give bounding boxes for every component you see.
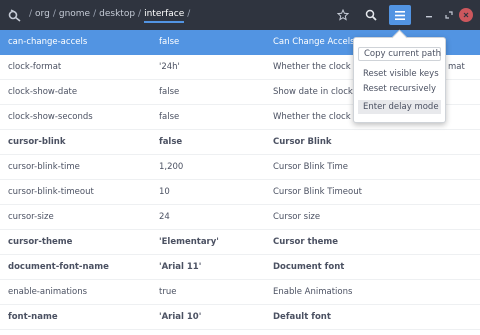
key-description: Enable Animations — [273, 287, 353, 297]
table-row[interactable]: cursor-blink-time 1,200 Cursor Blink Time — [0, 155, 480, 180]
key-description: Can Change Accels — [273, 37, 355, 47]
key-value: true — [159, 287, 177, 297]
key-description: Cursor Blink — [273, 137, 332, 147]
minimize-button[interactable] — [418, 5, 440, 25]
delay-mode-menu-item[interactable]: Enter delay mode — [358, 100, 441, 114]
key-name: cursor-blink-timeout — [8, 187, 94, 197]
path-separator: / — [52, 9, 56, 19]
copy-path-menu-item[interactable]: Copy current path — [358, 47, 441, 61]
key-description: Document font — [273, 262, 345, 272]
key-value: 10 — [159, 187, 170, 197]
key-name: clock-show-date — [8, 87, 78, 97]
key-description: Whether the clock sh — [273, 112, 364, 122]
hamburger-menu-icon — [395, 10, 405, 20]
key-value: 24 — [159, 212, 170, 222]
dconf-app-icon — [8, 9, 21, 22]
key-description: Cursor theme — [273, 237, 339, 247]
key-value: 'Arial 11' — [159, 262, 202, 272]
key-description: Default font — [273, 312, 331, 322]
table-row[interactable]: enable-animations true Enable Animations — [0, 280, 480, 305]
path-separator: / — [93, 9, 97, 19]
close-button[interactable] — [458, 5, 474, 25]
menu-popover: Copy current path Reset visible keys Res… — [353, 29, 446, 123]
path-separator: / — [138, 9, 142, 19]
table-row[interactable]: cursor-blink false Cursor Blink — [0, 130, 480, 155]
search-button[interactable] — [360, 5, 382, 25]
table-row[interactable]: font-name 'Arial 10' Default font — [0, 305, 480, 330]
table-row[interactable]: cursor-theme 'Elementary' Cursor theme — [0, 230, 480, 255]
key-value: false — [159, 37, 180, 47]
key-description: Show date in clock — [273, 87, 353, 97]
bookmark-button[interactable] — [332, 5, 354, 25]
path-separator: / — [29, 9, 33, 19]
table-row[interactable]: document-font-name 'Arial 11' Document fon… — [0, 255, 480, 280]
path-segment-gnome[interactable]: gnome — [59, 9, 90, 19]
key-name: cursor-blink — [8, 137, 66, 147]
key-value: 'Elementary' — [159, 237, 219, 247]
key-name: can-change-accels — [8, 37, 88, 47]
table-row[interactable]: cursor-blink-timeout 10 Cursor Blink Timeo… — [0, 180, 480, 205]
key-value: false — [159, 137, 183, 147]
key-name: cursor-blink-time — [8, 162, 80, 172]
header-bar: / org / gnome / desktop / interface / — [0, 0, 480, 30]
minimize-icon — [426, 16, 432, 18]
key-name: cursor-theme — [8, 237, 73, 247]
maximize-icon — [445, 11, 453, 19]
key-name: enable-animations — [8, 287, 88, 297]
close-icon — [459, 8, 473, 22]
key-description: Whether the clock di — [273, 62, 362, 72]
key-value: false — [159, 87, 180, 97]
search-icon — [365, 9, 377, 21]
maximize-button[interactable] — [438, 5, 460, 25]
path-separator: / — [187, 9, 191, 19]
key-description: Cursor size — [273, 212, 321, 222]
key-value: 1,200 — [159, 162, 184, 172]
path-segment-org[interactable]: org — [35, 9, 50, 19]
key-description: Cursor Blink Time — [273, 162, 349, 172]
path-segment-interface[interactable]: interface — [144, 9, 185, 23]
key-name: clock-format — [8, 62, 62, 72]
reset-visible-menu-item[interactable]: Reset visible keys — [358, 67, 441, 81]
menu-button[interactable] — [389, 5, 411, 25]
key-description-overflow: mat — [448, 62, 465, 72]
table-row[interactable]: cursor-size 24 Cursor size — [0, 205, 480, 230]
key-name: document-font-name — [8, 262, 109, 272]
key-name: clock-show-seconds — [8, 112, 93, 122]
key-name: cursor-size — [8, 212, 54, 222]
path-segment-desktop[interactable]: desktop — [99, 9, 135, 19]
star-icon — [337, 9, 349, 21]
key-name: font-name — [8, 312, 58, 322]
key-description: Cursor Blink Timeout — [273, 187, 362, 197]
breadcrumb: / org / gnome / desktop / interface / — [26, 9, 193, 23]
key-value: false — [159, 112, 180, 122]
key-value: 'Arial 10' — [159, 312, 202, 322]
key-value: '24h' — [159, 62, 180, 72]
reset-recursive-menu-item[interactable]: Reset recursively — [358, 82, 441, 96]
